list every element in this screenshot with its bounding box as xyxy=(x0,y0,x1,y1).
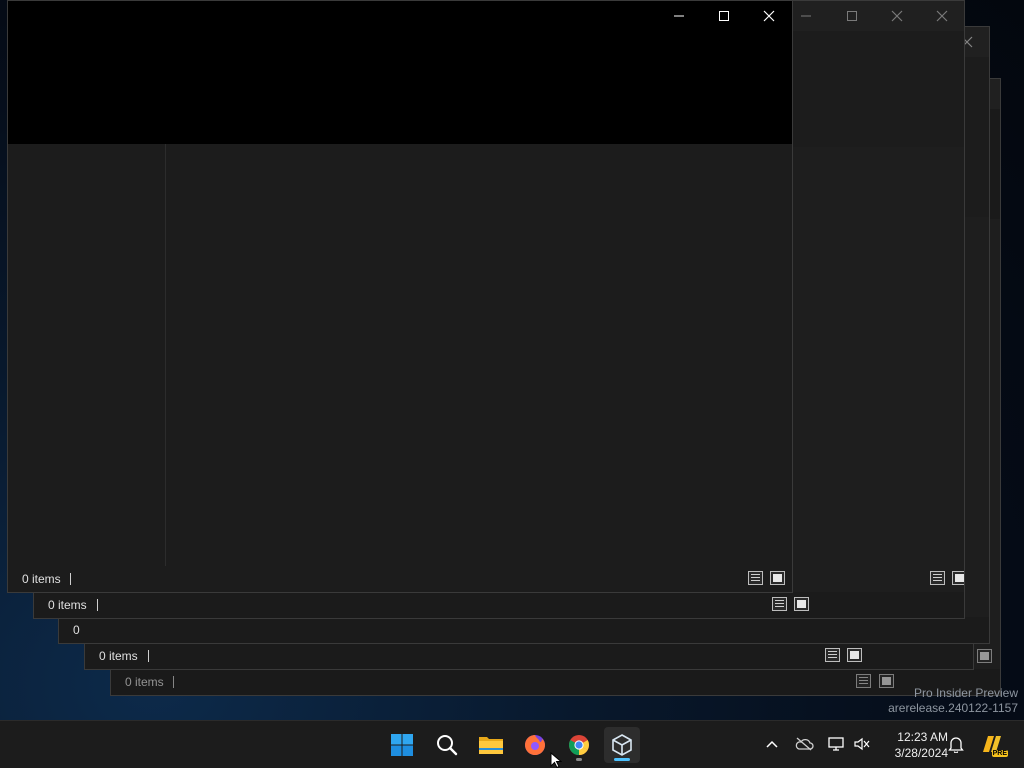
file-explorer-button[interactable] xyxy=(473,727,509,763)
start-button[interactable] xyxy=(384,727,420,763)
close-button[interactable] xyxy=(919,1,964,31)
watermark-line-2: arerelease.240122-1157 xyxy=(888,701,1018,715)
network-icon xyxy=(828,737,844,751)
large-icons-view-button[interactable] xyxy=(847,648,862,662)
notification-bell-icon xyxy=(948,737,964,753)
status-separator xyxy=(148,650,149,662)
large-icons-view-button[interactable] xyxy=(770,571,785,585)
chevron-up-icon xyxy=(766,740,778,748)
desktop: 0 items 0 items 0 0 items 0 items Pro In… xyxy=(0,0,1024,720)
item-count: 0 items xyxy=(125,675,164,689)
large-icons-view-button[interactable] xyxy=(794,597,809,611)
status-bar: 0 items xyxy=(85,622,973,669)
status-separator xyxy=(173,676,174,688)
running-indicator xyxy=(576,758,582,761)
copilot-button[interactable]: PRE xyxy=(978,733,1008,757)
onedrive-offline-icon xyxy=(795,737,814,751)
details-view-button[interactable] xyxy=(748,571,763,585)
item-count: 0 items xyxy=(99,649,138,663)
navigation-pane[interactable] xyxy=(8,144,166,566)
firefox-icon xyxy=(525,735,545,755)
close-button[interactable] xyxy=(746,1,791,31)
status-separator xyxy=(97,599,98,611)
item-count: 0 xyxy=(73,623,80,637)
copilot-badge: PRE xyxy=(991,750,1008,757)
chrome-button[interactable] xyxy=(561,727,597,763)
taskbar: 12:23 AM 3/28/2024 PRE xyxy=(0,720,1024,768)
clock-date: 3/28/2024 xyxy=(894,746,948,760)
details-view-button[interactable] xyxy=(825,648,840,662)
onedrive-button[interactable] xyxy=(793,733,815,755)
chrome-icon xyxy=(568,735,590,756)
network-button[interactable] xyxy=(825,733,847,755)
maximize-icon xyxy=(718,11,729,21)
search-button[interactable] xyxy=(429,727,465,763)
details-view-button[interactable] xyxy=(856,674,871,688)
show-hidden-icons-button[interactable] xyxy=(761,733,783,755)
folder-icon xyxy=(479,737,503,754)
status-bar: 0 items xyxy=(111,649,1000,695)
search-icon xyxy=(437,735,458,756)
close-icon xyxy=(763,10,774,22)
close-icon xyxy=(891,10,902,22)
virtualbox-cube-icon xyxy=(612,734,632,756)
file-list-pane[interactable] xyxy=(167,144,792,566)
large-icons-view-button[interactable] xyxy=(977,649,992,663)
maximize-button[interactable] xyxy=(829,1,874,31)
system-clock[interactable]: 12:23 AM 3/28/2024 xyxy=(880,729,948,761)
item-count: 0 items xyxy=(22,572,61,586)
windows-start-icon xyxy=(391,734,413,756)
volume-muted-icon xyxy=(854,737,870,751)
volume-button[interactable] xyxy=(851,733,873,755)
mouse-cursor-icon xyxy=(550,752,562,768)
explorer-window-front[interactable]: 0 items xyxy=(7,0,793,593)
item-count: 0 items xyxy=(48,598,87,612)
status-bar: 0 xyxy=(59,617,989,643)
active-indicator xyxy=(614,758,630,761)
firefox-button[interactable] xyxy=(517,727,553,763)
virtualbox-button[interactable] xyxy=(604,727,640,763)
status-bar: 0 items xyxy=(8,566,792,592)
close-button[interactable] xyxy=(874,1,919,31)
close-icon xyxy=(936,10,947,22)
minimize-button[interactable] xyxy=(656,1,701,31)
maximize-icon xyxy=(846,11,857,21)
details-view-button[interactable] xyxy=(772,597,787,611)
notifications-button[interactable] xyxy=(945,733,967,755)
status-bar: 0 items xyxy=(34,571,964,618)
minimize-icon xyxy=(800,15,811,17)
large-icons-view-button[interactable] xyxy=(952,571,964,585)
minimize-icon xyxy=(673,15,684,17)
watermark-line-1: Pro Insider Preview xyxy=(913,686,1018,700)
details-view-button[interactable] xyxy=(930,571,945,585)
clock-time: 12:23 AM xyxy=(897,730,948,744)
maximize-button[interactable] xyxy=(701,1,746,31)
status-separator xyxy=(70,573,71,585)
insider-watermark: Pro Insider Preview arerelease.240122-11… xyxy=(888,686,1018,716)
